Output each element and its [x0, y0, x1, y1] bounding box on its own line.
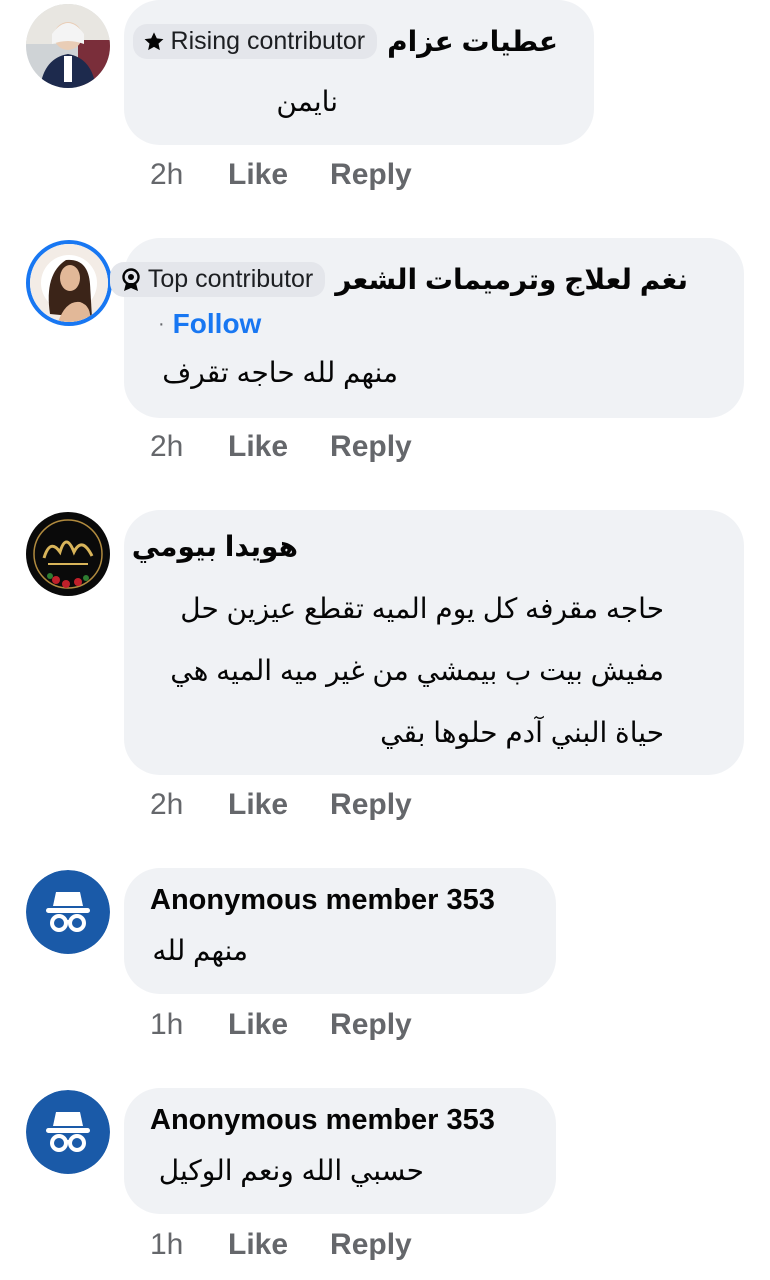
comment-timestamp[interactable]: 2h [150, 158, 228, 192]
author-name[interactable]: Anonymous member 353 [150, 884, 495, 917]
like-button[interactable]: Like [228, 1228, 288, 1262]
avatar[interactable] [26, 240, 112, 326]
comment-line: مفيش بيت ب بيمشي من غير ميه الميه هي [170, 655, 664, 686]
comment-text: منهم لله حاجه تقرف [162, 342, 398, 404]
reply-button[interactable]: Reply [330, 430, 412, 464]
comment-bubble: Anonymous member 353 منهم لله [124, 868, 556, 994]
like-button[interactable]: Like [228, 158, 288, 192]
comment-timestamp[interactable]: 1h [150, 1008, 228, 1042]
follow-button[interactable]: Follow [173, 308, 262, 340]
like-button[interactable]: Like [228, 788, 288, 822]
comment-text: حسبي الله ونعم الوكيل [159, 1140, 424, 1202]
contributor-badge: Rising contributor [132, 24, 378, 59]
comment-bubble: هويدا بيومي حاجه مقرفه كل يوم الميه تقطع… [124, 510, 744, 775]
author-name[interactable]: هويدا بيومي [132, 530, 298, 563]
author-name[interactable]: Anonymous member 353 [150, 1104, 495, 1137]
reply-button[interactable]: Reply [330, 1228, 412, 1262]
comment-timestamp[interactable]: 1h [150, 1228, 228, 1262]
badge-label: Top contributor [147, 265, 314, 293]
comment-text: منهم لله [152, 920, 248, 982]
like-button[interactable]: Like [228, 430, 288, 464]
comment-timestamp[interactable]: 2h [150, 788, 228, 822]
award-icon [122, 267, 140, 291]
avatar[interactable] [26, 1090, 110, 1174]
anonymous-icon [26, 1090, 110, 1174]
comment-item: Anonymous member 353 منهم لله 1h Like Re… [0, 868, 770, 1068]
avatar[interactable] [26, 4, 110, 88]
comment-bubble: Anonymous member 353 حسبي الله ونعم الوك… [124, 1088, 556, 1214]
comment-timestamp[interactable]: 2h [150, 430, 228, 464]
reply-button[interactable]: Reply [330, 1008, 412, 1042]
anonymous-icon [26, 870, 110, 954]
author-row: Rising contributor عطيات عزام [132, 24, 558, 59]
comment-line: نايمن [276, 86, 338, 117]
author-row: هويدا بيومي [132, 530, 298, 563]
comment-line: منهم لله [152, 935, 248, 966]
comment-actions: 2h Like Reply [150, 430, 412, 464]
comment-item: Anonymous member 353 حسبي الله ونعم الوك… [0, 1088, 770, 1280]
avatar[interactable] [26, 870, 110, 954]
comment-line: منهم لله حاجه تقرف [162, 357, 398, 388]
comment-item: Top contributor نغم لعلاج وترميمات الشعر… [0, 238, 770, 478]
follow-separator: · [158, 312, 165, 335]
comment-item: Rising contributor عطيات عزام نايمن 2h L… [0, 0, 770, 210]
star-icon [144, 31, 163, 50]
like-button[interactable]: Like [228, 1008, 288, 1042]
author-row: Top contributor نغم لعلاج وترميمات الشعر [109, 262, 688, 297]
author-name[interactable]: نغم لعلاج وترميمات الشعر [335, 263, 688, 296]
comment-actions: 1h Like Reply [150, 1008, 412, 1042]
comment-line: حياة البني آدم حلوها بقي [380, 717, 664, 748]
comment-bubble: Top contributor نغم لعلاج وترميمات الشعر… [109, 238, 744, 418]
avatar[interactable] [26, 512, 110, 596]
reply-button[interactable]: Reply [330, 158, 412, 192]
comment-item: هويدا بيومي حاجه مقرفه كل يوم الميه تقطع… [0, 510, 770, 840]
comment-text: نايمن [276, 71, 338, 133]
comment-line: حسبي الله ونعم الوكيل [158, 1155, 424, 1186]
follow-row: · Follow [158, 308, 261, 340]
reply-button[interactable]: Reply [330, 788, 412, 822]
comment-line: حاجه مقرفه كل يوم الميه تقطع عيزين حل [180, 593, 664, 624]
author-name[interactable]: عطيات عزام [387, 25, 558, 58]
contributor-badge: Top contributor [109, 262, 326, 297]
comment-actions: 2h Like Reply [150, 158, 412, 192]
comment-actions: 2h Like Reply [150, 788, 412, 822]
comment-actions: 1h Like Reply [150, 1228, 412, 1262]
comment-bubble: Rising contributor عطيات عزام نايمن [124, 0, 594, 145]
comment-text: حاجه مقرفه كل يوم الميه تقطع عيزين حل مف… [170, 578, 664, 764]
badge-label: Rising contributor [170, 27, 366, 55]
